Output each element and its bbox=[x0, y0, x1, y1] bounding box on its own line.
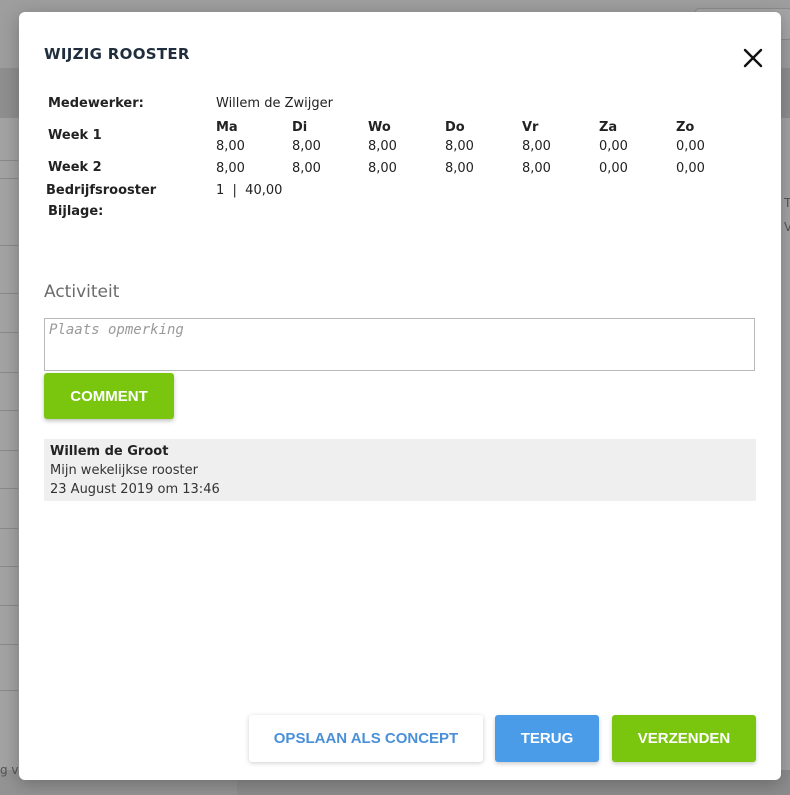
activity-date: 23 August 2019 om 13:46 bbox=[50, 482, 220, 497]
week2-hours: 8,00 bbox=[292, 161, 321, 176]
background-row-line bbox=[0, 488, 18, 489]
background-row-line bbox=[0, 690, 18, 691]
employee-label: Medewerker: bbox=[48, 96, 144, 111]
background-row-line bbox=[0, 528, 18, 529]
send-button[interactable]: VERZENDEN bbox=[612, 715, 756, 762]
background-row-line bbox=[0, 293, 18, 294]
week1-label: Week 1 bbox=[48, 128, 102, 143]
week1-hours: 8,00 bbox=[216, 139, 245, 154]
edit-schedule-modal: WIJZIG ROOSTER Medewerker: Willem de Zwi… bbox=[19, 12, 781, 780]
week1-hours: 8,00 bbox=[522, 139, 551, 154]
company-schedule-label: Bedrijfsrooster bbox=[46, 183, 157, 198]
background-row-line bbox=[0, 178, 18, 179]
background-row-line bbox=[0, 566, 18, 567]
day-header: Za bbox=[599, 120, 618, 135]
activity-heading: Activiteit bbox=[44, 282, 120, 302]
week2-hours: 8,00 bbox=[522, 161, 551, 176]
comment-button[interactable]: COMMENT bbox=[44, 373, 174, 419]
background-row-line bbox=[0, 160, 18, 161]
attachment-label: Bijlage: bbox=[48, 204, 104, 219]
week1-hours: 0,00 bbox=[599, 139, 628, 154]
week2-hours: 8,00 bbox=[445, 161, 474, 176]
activity-author: Willem de Groot bbox=[50, 444, 169, 459]
activity-item: Willem de Groot Mijn wekelijkse rooster … bbox=[44, 439, 756, 501]
day-header: Vr bbox=[522, 120, 539, 135]
day-header: Zo bbox=[676, 120, 695, 135]
back-button[interactable]: TERUG bbox=[495, 715, 599, 762]
background-row-line bbox=[0, 245, 18, 246]
day-header: Di bbox=[292, 120, 308, 135]
comment-input[interactable] bbox=[44, 318, 755, 371]
save-as-concept-button[interactable]: OPSLAAN ALS CONCEPT bbox=[249, 715, 483, 762]
company-schedule-value: 1 | 40,00 bbox=[216, 183, 283, 198]
week2-hours: 8,00 bbox=[216, 161, 245, 176]
day-header: Do bbox=[445, 120, 465, 135]
background-row-line bbox=[0, 372, 18, 373]
modal-title: WIJZIG ROOSTER bbox=[44, 45, 190, 63]
employee-value: Willem de Zwijger bbox=[216, 96, 333, 111]
close-icon bbox=[743, 48, 763, 68]
week2-label: Week 2 bbox=[48, 160, 102, 175]
background-row-line bbox=[0, 644, 18, 645]
day-header: Wo bbox=[368, 120, 391, 135]
background-row-line bbox=[0, 450, 18, 451]
close-button[interactable] bbox=[741, 46, 765, 70]
week1-hours: 0,00 bbox=[676, 139, 705, 154]
day-header: Ma bbox=[216, 120, 238, 135]
week2-hours: 0,00 bbox=[599, 161, 628, 176]
week2-hours: 8,00 bbox=[368, 161, 397, 176]
background-row-line bbox=[0, 410, 18, 411]
activity-text: Mijn wekelijkse rooster bbox=[50, 463, 198, 478]
week1-hours: 8,00 bbox=[292, 139, 321, 154]
background-row-line bbox=[0, 332, 18, 333]
background-row-line bbox=[0, 605, 18, 606]
week1-hours: 8,00 bbox=[368, 139, 397, 154]
background-side-text: V bbox=[784, 220, 790, 234]
background-side-text: T bbox=[784, 196, 790, 210]
week1-hours: 8,00 bbox=[445, 139, 474, 154]
week2-hours: 0,00 bbox=[676, 161, 705, 176]
